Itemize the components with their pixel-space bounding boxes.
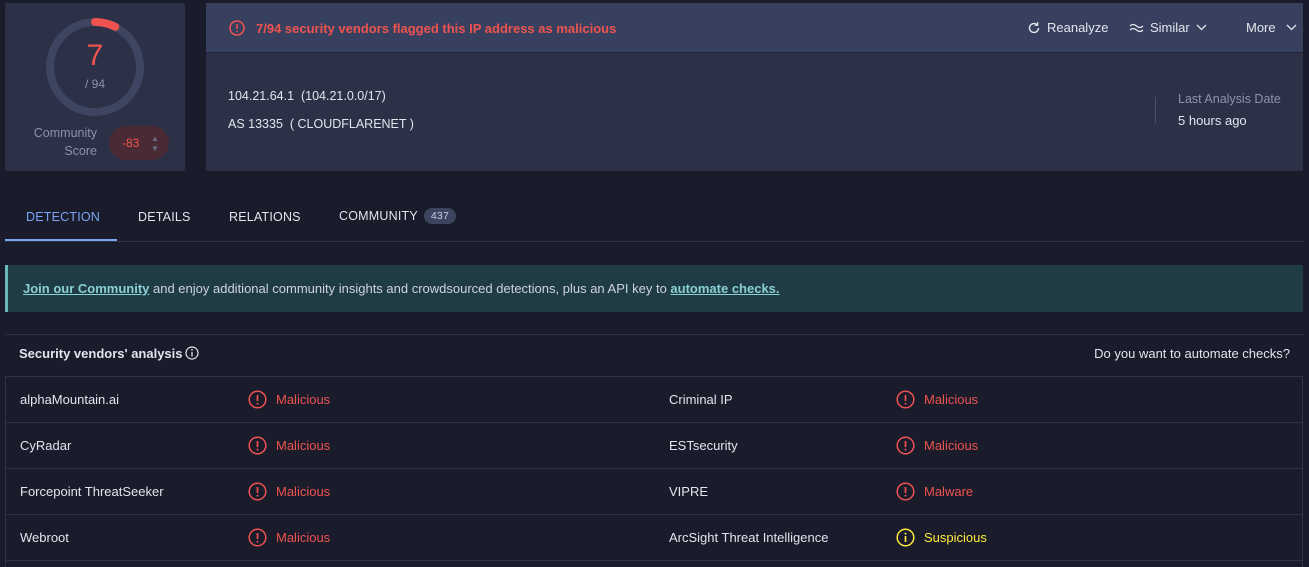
community-banner: Join our Community and enjoy additional … <box>5 265 1303 312</box>
vendor-verdict: Suspicious <box>896 528 987 547</box>
alert-circle-icon <box>248 528 267 547</box>
community-count-badge: 437 <box>423 208 457 224</box>
vendor-row: Webroot Malicious ArcSight Threat Intellig… <box>6 515 1302 561</box>
vendor-verdict: Malicious <box>248 436 330 455</box>
detection-total: / 94 <box>84 77 105 91</box>
vendor-row: alphaMountain.ai Malicious Criminal IP Mali… <box>6 377 1302 423</box>
vendor-verdict: Malware <box>896 482 973 501</box>
vendor-verdict: Malicious <box>896 436 978 455</box>
vendors-section-header: Security vendors' analysis Do you want t… <box>5 334 1303 376</box>
vendor-verdict: Malicious <box>896 390 978 409</box>
vendor-name: alphaMountain.ai <box>20 392 120 407</box>
tab-community[interactable]: COMMUNITY 437 <box>339 208 457 224</box>
community-score-pill: -83 ▲ ▼ <box>109 126 169 160</box>
banner-text: Join our Community and enjoy additional … <box>23 281 780 296</box>
reanalyze-button[interactable]: Reanalyze <box>1027 20 1108 35</box>
verdict-label: Malicious <box>276 438 331 453</box>
verdict-label: Malicious <box>276 530 331 545</box>
ip-summary-panel: 7/94 security vendors flagged this IP ad… <box>206 3 1303 171</box>
alert-bar: 7/94 security vendors flagged this IP ad… <box>206 3 1303 53</box>
last-analysis-value: 5 hours ago <box>1178 113 1247 128</box>
tab-bar: DETECTION DETAILS RELATIONS COMMUNITY 437 <box>5 193 1303 242</box>
tab-community-label: COMMUNITY <box>339 209 418 223</box>
join-community-link[interactable]: Join our Community <box>23 281 149 296</box>
vendor-name: ESTsecurity <box>669 438 738 453</box>
banner-body: and enjoy additional community insights … <box>149 281 671 296</box>
similar-icon <box>1129 23 1144 32</box>
alert-circle-icon <box>229 20 245 36</box>
vendor-name: Webroot <box>20 530 69 545</box>
info-icon[interactable] <box>185 346 199 360</box>
section-title: Security vendors' analysis <box>19 346 183 361</box>
alert-circle-icon <box>248 482 267 501</box>
alert-circle-icon <box>248 390 267 409</box>
alert-text: 7/94 security vendors flagged this IP ad… <box>256 21 617 36</box>
vendor-row: Forcepoint ThreatSeeker Malicious VIPRE Mal… <box>6 469 1302 515</box>
vendor-verdict: Malicious <box>248 482 330 501</box>
alert-circle-icon <box>896 436 915 455</box>
tab-detection[interactable]: DETECTION <box>26 210 100 224</box>
alert-circle-icon <box>248 436 267 455</box>
alert-circle-icon <box>896 482 915 501</box>
verdict-label: Malicious <box>924 392 979 407</box>
vendor-name: Forcepoint ThreatSeeker <box>20 484 164 499</box>
verdict-label: Suspicious <box>924 530 987 545</box>
refresh-icon <box>1028 21 1040 33</box>
vendor-name: VIPRE <box>669 484 709 499</box>
vendor-name: ArcSight Threat Intelligence <box>669 530 829 545</box>
score-card: 7 / 94 Community Score -83 ▲ ▼ <box>5 3 185 171</box>
alert-circle-icon <box>896 390 915 409</box>
vendor-verdict: Malicious <box>248 528 330 547</box>
vendor-table: alphaMountain.ai Malicious Criminal IP Mali… <box>5 376 1303 567</box>
upvote-icon[interactable]: ▲ <box>151 135 159 143</box>
chevron-down-icon <box>1196 24 1207 31</box>
verdict-label: Malicious <box>276 484 331 499</box>
verdict-label: Malicious <box>276 392 331 407</box>
vendor-name: Criminal IP <box>669 392 733 407</box>
active-tab-indicator <box>5 239 117 241</box>
automate-checks-question[interactable]: Do you want to automate checks? <box>1094 346 1290 361</box>
verdict-label: Malware <box>924 484 974 499</box>
as-info[interactable]: AS 13335 ( CLOUDFLARENET ) <box>228 117 414 131</box>
downvote-icon[interactable]: ▼ <box>151 145 159 153</box>
tab-relations[interactable]: RELATIONS <box>229 210 301 224</box>
warning-circle-icon <box>896 528 915 547</box>
tab-details[interactable]: DETAILS <box>138 210 191 224</box>
community-score-label: Community Score <box>33 126 97 158</box>
vendor-name: CyRadar <box>20 438 72 453</box>
ip-address[interactable]: 104.21.64.1 (104.21.0.0/17) <box>228 89 386 103</box>
vendor-verdict: Malicious <box>248 390 330 409</box>
community-score-value: -83 <box>122 136 140 150</box>
reanalyze-label: Reanalyze <box>1047 20 1109 35</box>
chevron-down-icon <box>1286 24 1297 31</box>
automate-checks-link[interactable]: automate checks. <box>670 281 779 296</box>
last-analysis-label: Last Analysis Date <box>1178 92 1281 106</box>
more-label: More <box>1246 20 1276 35</box>
similar-label: Similar <box>1150 20 1190 35</box>
detection-count: 7 <box>86 39 104 72</box>
similar-button[interactable]: Similar <box>1129 20 1207 35</box>
vendor-row: CyRadar Malicious ESTsecurity Malicious <box>6 423 1302 469</box>
verdict-label: Malicious <box>924 438 979 453</box>
divider <box>1155 97 1156 123</box>
more-button[interactable]: More <box>1246 20 1297 35</box>
